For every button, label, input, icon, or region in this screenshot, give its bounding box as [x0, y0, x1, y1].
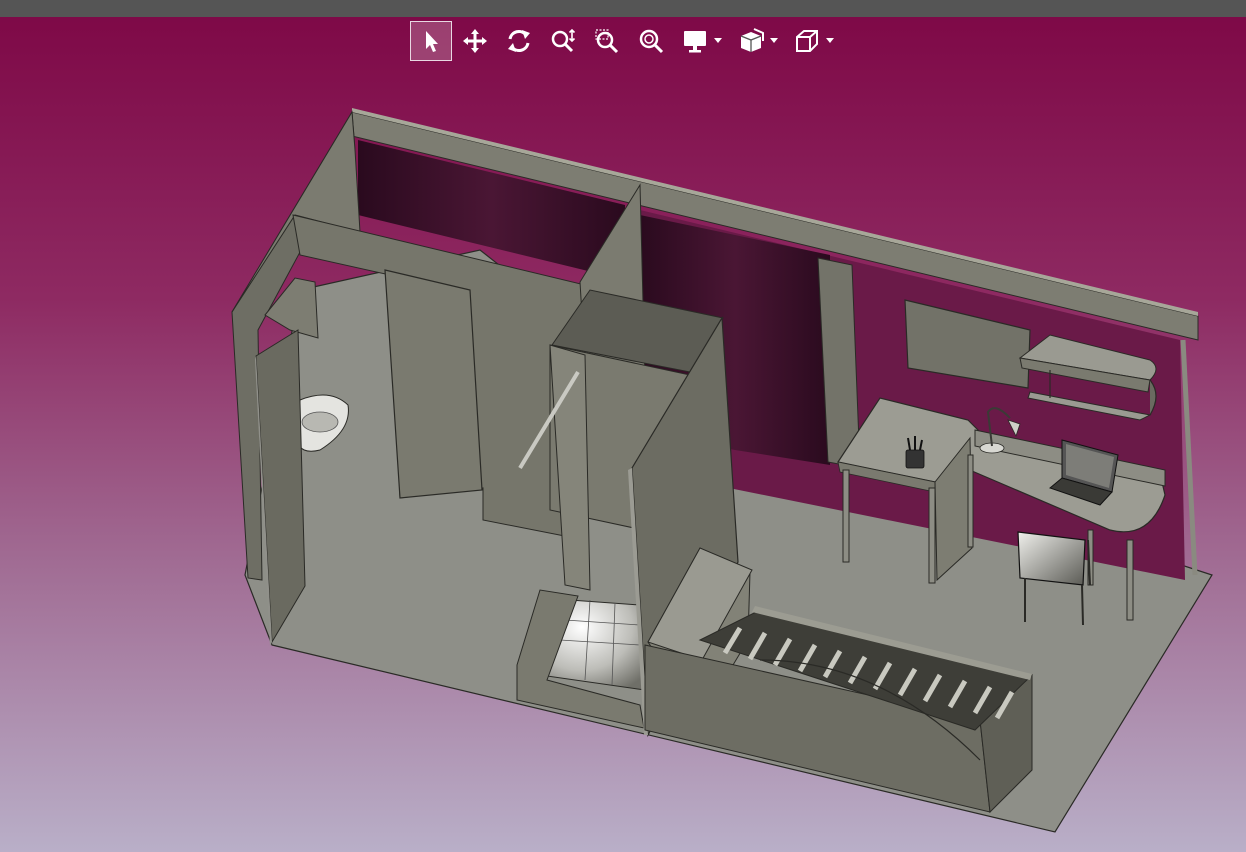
rotate-tool-button[interactable] — [498, 21, 540, 61]
select-tool-button[interactable] — [410, 21, 452, 61]
zoom-vertical-icon — [551, 28, 576, 53]
zoom-window-button[interactable] — [586, 21, 628, 61]
rotate-icon — [508, 30, 530, 52]
zoom-fit-button[interactable] — [630, 21, 672, 61]
section-cut-dropdown[interactable] — [768, 21, 780, 61]
zoom-window-icon — [595, 29, 619, 54]
pan-move-icon — [463, 29, 487, 53]
bathroom-door[interactable] — [384, 269, 483, 499]
support-pole — [1180, 339, 1198, 576]
window-top-bar — [0, 0, 1246, 17]
clipping-plane-icon — [740, 28, 764, 52]
view-orientation-dropdown[interactable] — [824, 21, 836, 61]
display-monitor-icon — [684, 31, 706, 53]
view-orientation-button[interactable] — [786, 21, 828, 61]
chevron-down-icon — [826, 38, 834, 43]
select-arrow-icon — [426, 31, 438, 52]
chevron-down-icon — [714, 38, 722, 43]
view-cube-icon — [796, 30, 818, 52]
display-mode-dropdown[interactable] — [712, 21, 724, 61]
zoom-tool-button[interactable] — [542, 21, 584, 61]
viewer-toolbar — [410, 20, 840, 62]
section-cut-button[interactable] — [730, 21, 772, 61]
display-mode-button[interactable] — [674, 21, 716, 61]
washbasin-bowl — [301, 411, 339, 433]
pan-tool-button[interactable] — [454, 21, 496, 61]
3d-viewport[interactable] — [0, 62, 1246, 852]
pencil-cup[interactable] — [905, 436, 925, 469]
chevron-down-icon — [770, 38, 778, 43]
zoom-fit-icon — [639, 29, 664, 54]
room-model[interactable] — [0, 62, 1246, 852]
